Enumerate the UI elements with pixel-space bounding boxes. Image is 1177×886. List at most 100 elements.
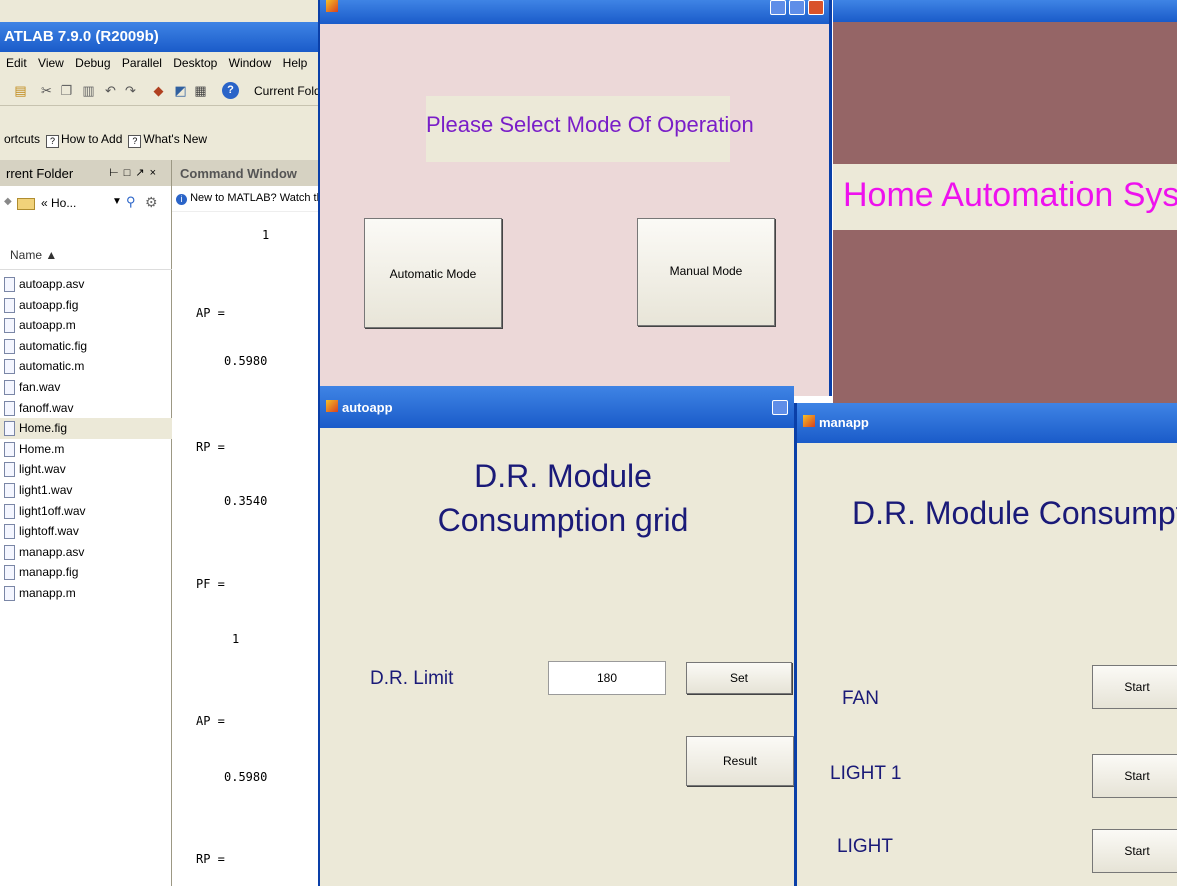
file-row[interactable]: light1.wav — [0, 480, 172, 501]
file-row[interactable]: lightoff.wav — [0, 521, 172, 542]
command-output-line: 0.3540 — [224, 494, 268, 508]
file-name: light1.wav — [19, 483, 73, 497]
file-icon — [4, 524, 15, 540]
command-output-line: 1 — [262, 228, 270, 242]
help-icon[interactable]: ? — [222, 82, 239, 99]
folder-icon — [17, 198, 35, 210]
open-icon[interactable]: ▤ — [12, 82, 29, 99]
light-label: LIGHT — [837, 836, 893, 857]
matlab-title-bar[interactable]: ATLAB 7.9.0 (R2009b) — [0, 22, 318, 52]
current-folder-title: rrent Folder — [6, 166, 74, 181]
search-icon[interactable]: ⚲ — [126, 194, 136, 210]
light1-label: LIGHT 1 — [830, 763, 902, 784]
back-icon[interactable]: ◆ — [4, 196, 12, 207]
file-row[interactable]: light.wav — [0, 459, 172, 480]
autoapp-heading: D.R. Module Consumption grid — [388, 454, 738, 542]
automatic-title-bar[interactable] — [320, 0, 829, 24]
command-output-line: 1 — [232, 632, 240, 646]
command-window-banner[interactable]: i New to MATLAB? Watch this — [172, 186, 318, 212]
set-button[interactable]: Set — [686, 662, 792, 694]
minimize-button[interactable] — [772, 400, 788, 415]
file-name: Home.m — [19, 441, 65, 456]
home-title-bar[interactable] — [833, 0, 1177, 22]
how-to-add-icon: ? — [46, 135, 60, 148]
command-window-output[interactable]: 1 AP = 0.5980 RP = 0.3540 PF = 1 AP = 0.5980 RP = — [172, 212, 318, 886]
paste-icon[interactable]: ▥ — [80, 82, 97, 99]
result-button[interactable]: Result — [686, 736, 794, 786]
copy-icon[interactable]: ❐ — [58, 82, 75, 99]
redo-icon[interactable]: ↷ — [122, 82, 139, 99]
file-icon — [4, 483, 15, 498]
fan-start-button[interactable]: Start — [1092, 665, 1177, 709]
name-column-header[interactable]: Name ▲ — [0, 240, 172, 270]
file-icon — [4, 318, 15, 334]
file-row[interactable]: light1off.wav — [0, 501, 172, 522]
file-icon — [4, 400, 15, 416]
file-row[interactable]: fanoff.wav — [0, 398, 172, 419]
profiler-icon[interactable]: ▦ — [192, 82, 209, 99]
file-row[interactable]: automatic.fig — [0, 336, 172, 357]
shortcuts-bar: ortcuts? How to Add? What's New — [0, 106, 318, 160]
menu-window[interactable]: Window — [229, 56, 272, 70]
menu-debug[interactable]: Debug — [75, 56, 110, 70]
fan-label: FAN — [842, 688, 879, 709]
matlab-figure-icon — [326, 0, 338, 12]
gear-icon[interactable]: ⚙ — [145, 194, 158, 211]
undo-icon[interactable]: ↶ — [102, 82, 119, 99]
file-name: lightoff.wav — [19, 524, 79, 539]
file-name: fan.wav — [19, 380, 61, 394]
manapp-title-bar[interactable]: manapp — [797, 403, 1177, 443]
menu-desktop[interactable]: Desktop — [173, 56, 217, 70]
file-name: manapp.m — [19, 586, 76, 600]
command-window-header: Command Window — [172, 160, 318, 186]
panel-controls-icon[interactable]: ⊢□↗× — [109, 166, 161, 179]
toolbar: ▤ ✂ ❐ ▥ ↶ ↷ ◆ ◩ ▦ ? Current Folder — [0, 74, 318, 106]
file-row[interactable]: fan.wav — [0, 377, 172, 398]
maximize-button[interactable] — [789, 0, 805, 15]
cut-icon[interactable]: ✂ — [38, 82, 55, 99]
file-icon — [4, 462, 15, 478]
file-icon — [4, 544, 15, 560]
file-icon — [4, 421, 15, 437]
how-to-add-link[interactable]: How to Add — [61, 132, 122, 146]
dr-limit-input[interactable]: 180 — [548, 661, 666, 695]
home-window: Home Automation System — [833, 22, 1177, 406]
autoapp-title-bar[interactable]: autoapp — [320, 386, 794, 428]
manapp-heading: D.R. Module Consumptio — [852, 495, 1177, 531]
file-row[interactable]: automatic.m — [0, 356, 172, 377]
light1-start-button[interactable]: Start — [1092, 754, 1177, 798]
file-row[interactable]: manapp.fig — [0, 562, 172, 583]
file-row[interactable]: Home.m — [0, 439, 172, 460]
simulink-icon[interactable]: ◆ — [150, 82, 167, 99]
automatic-window: Please Select Mode Of Operation Automati… — [318, 0, 832, 396]
file-row[interactable]: autoapp.asv — [0, 274, 172, 295]
light-start-button[interactable]: Start — [1092, 829, 1177, 873]
file-name: Home.fig — [19, 421, 68, 436]
manual-mode-button[interactable]: Manual Mode — [637, 218, 775, 326]
file-row[interactable]: Home.fig — [0, 418, 172, 440]
whats-new-link[interactable]: What's New — [143, 132, 207, 146]
folder-path[interactable]: « Ho... — [41, 196, 76, 210]
file-name: automatic.fig — [19, 338, 88, 353]
file-row[interactable]: manapp.asv — [0, 542, 172, 563]
guide-icon[interactable]: ◩ — [172, 82, 189, 99]
menu-edit[interactable]: Edit — [6, 56, 27, 70]
menu-view[interactable]: View — [38, 56, 64, 70]
minimize-button[interactable] — [770, 0, 786, 15]
menu-help[interactable]: Help — [283, 56, 308, 70]
file-row[interactable]: autoapp.fig — [0, 295, 172, 316]
menu-parallel[interactable]: Parallel — [122, 56, 162, 70]
file-row[interactable]: autoapp.m — [0, 315, 172, 336]
shortcuts-label: ortcuts — [4, 132, 41, 146]
automatic-mode-button[interactable]: Automatic Mode — [364, 218, 502, 328]
file-icon — [4, 380, 15, 395]
current-folder-label: Current Folder — [254, 84, 318, 98]
matlab-figure-icon — [803, 415, 815, 427]
file-list: Name ▲ autoapp.asv autoapp.fig autoapp.m au… — [0, 240, 172, 886]
close-button[interactable] — [808, 0, 824, 15]
path-dropdown-icon[interactable]: ▼ — [112, 196, 122, 207]
file-row[interactable]: manapp.m — [0, 583, 172, 604]
file-name: automatic.m — [19, 359, 85, 374]
command-output-line: 0.5980 — [224, 770, 268, 784]
file-icon — [4, 441, 15, 457]
